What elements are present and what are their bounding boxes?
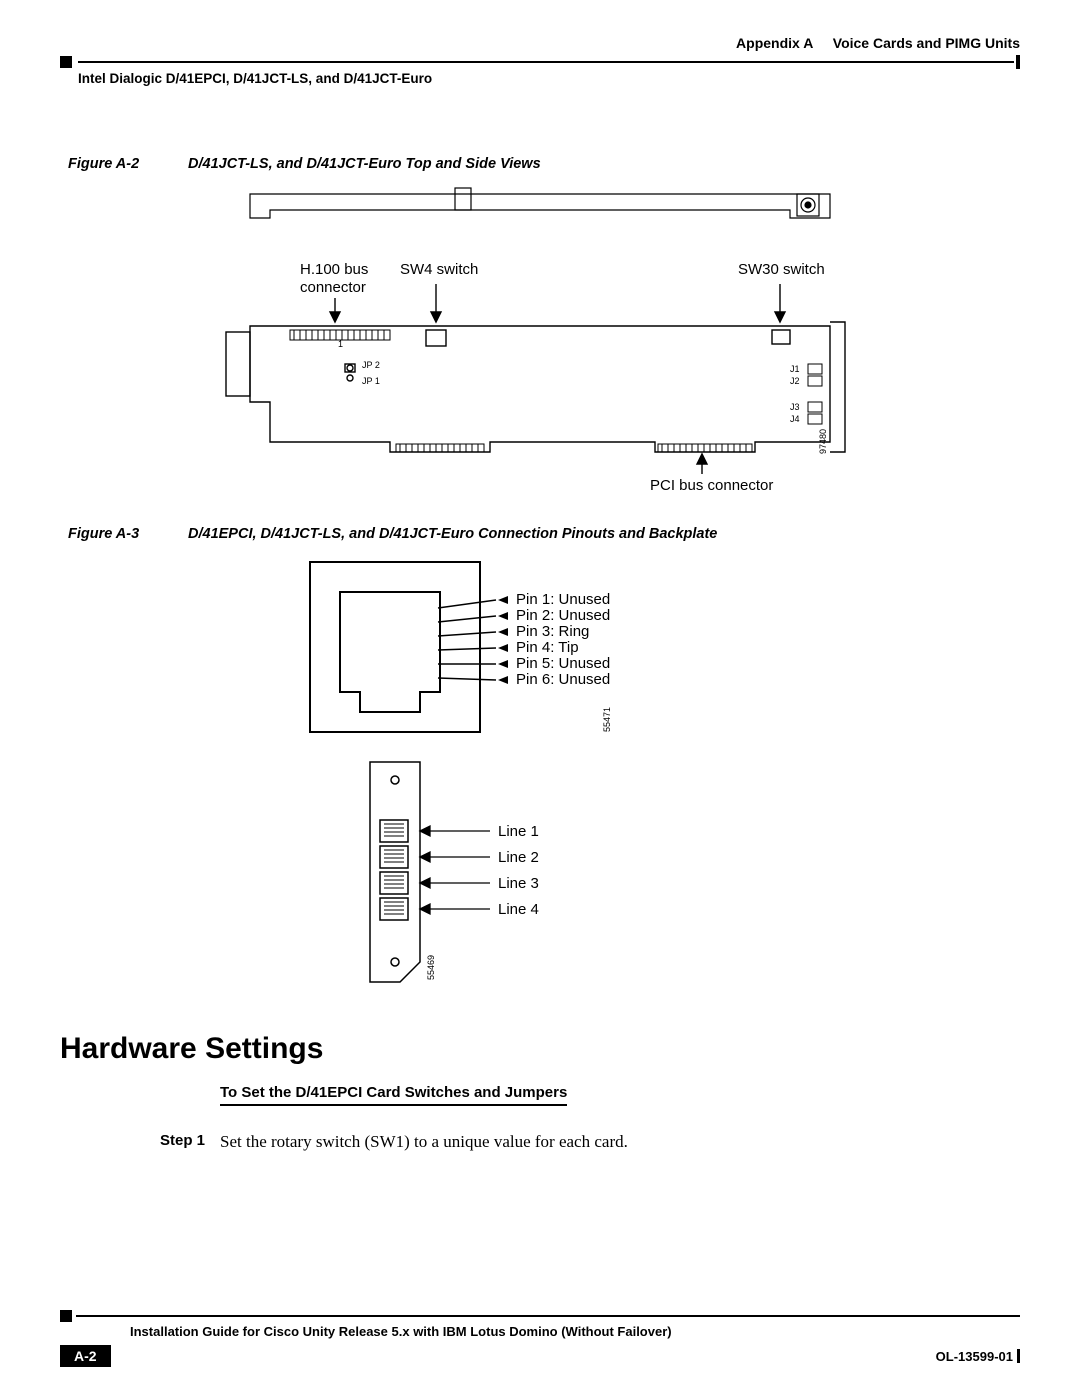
pin-3: Pin 3: Ring — [516, 623, 589, 640]
figure-a2-diagram: H.100 bus connector SW4 switch SW30 swit… — [60, 182, 1020, 502]
page-footer: Installation Guide for Cisco Unity Relea… — [60, 1310, 1020, 1367]
line-1: Line 1 — [498, 823, 539, 840]
figure-a3-num: Figure A-3 — [68, 526, 188, 542]
figure-a2-caption: D/41JCT-LS, and D/41JCT-Euro Top and Sid… — [188, 156, 541, 172]
label-j2: J2 — [790, 376, 800, 386]
doc-id: OL-13599-01 — [936, 1349, 1013, 1364]
header-rule — [60, 55, 1020, 69]
section-title: Intel Dialogic D/41EPCI, D/41JCT-LS, and… — [78, 71, 1020, 86]
label-j1: J1 — [790, 364, 800, 374]
label-one: 1 — [338, 339, 343, 349]
img-id-pins: 55471 — [602, 707, 612, 732]
figure-a2-caption-row: Figure A-2 D/41JCT-LS, and D/41JCT-Euro … — [68, 156, 1020, 172]
label-jp2: JP 2 — [362, 360, 380, 370]
label-j3: J3 — [790, 402, 800, 412]
label-j4: J4 — [790, 414, 800, 424]
pin-4: Pin 4: Tip — [516, 639, 579, 656]
step-1-text: Set the rotary switch (SW1) to a unique … — [220, 1132, 628, 1152]
label-sw30: SW30 switch — [738, 261, 825, 278]
heading-procedure: To Set the D/41EPCI Card Switches and Ju… — [220, 1084, 567, 1106]
line-4: Line 4 — [498, 901, 539, 918]
pin-6: Pin 6: Unused — [516, 671, 610, 688]
appendix-title: Voice Cards and PIMG Units — [833, 35, 1020, 51]
footer-guide: Installation Guide for Cisco Unity Relea… — [130, 1324, 1020, 1339]
figure-a3-caption: D/41EPCI, D/41JCT-LS, and D/41JCT-Euro C… — [188, 526, 717, 542]
heading-hardware-settings: Hardware Settings — [60, 1032, 1020, 1066]
line-2: Line 2 — [498, 849, 539, 866]
figure-a3-caption-row: Figure A-3 D/41EPCI, D/41JCT-LS, and D/4… — [68, 526, 1020, 542]
label-sw4: SW4 switch — [400, 261, 478, 278]
pin-2: Pin 2: Unused — [516, 607, 610, 624]
step-1-label: Step 1 — [160, 1132, 220, 1152]
page-header: Appendix A Voice Cards and PIMG Units — [60, 35, 1020, 51]
figure-a3-diagram: Pin 1: Unused Pin 2: Unused Pin 3: Ring … — [60, 552, 1020, 992]
label-pci: PCI bus connector — [650, 477, 773, 494]
label-h100-1: H.100 bus — [300, 261, 368, 278]
label-jp1: JP 1 — [362, 376, 380, 386]
appendix-label: Appendix A — [736, 35, 813, 51]
figure-a2-num: Figure A-2 — [68, 156, 188, 172]
line-3: Line 3 — [498, 875, 539, 892]
label-h100-2: connector — [300, 279, 366, 296]
img-id-bp: 55469 — [426, 955, 436, 980]
step-1: Step 1 Set the rotary switch (SW1) to a … — [160, 1132, 1020, 1152]
page-number: A-2 — [60, 1345, 111, 1367]
pin-1: Pin 1: Unused — [516, 591, 610, 608]
img-id-a2: 97480 — [818, 429, 828, 454]
pin-5: Pin 5: Unused — [516, 655, 610, 672]
